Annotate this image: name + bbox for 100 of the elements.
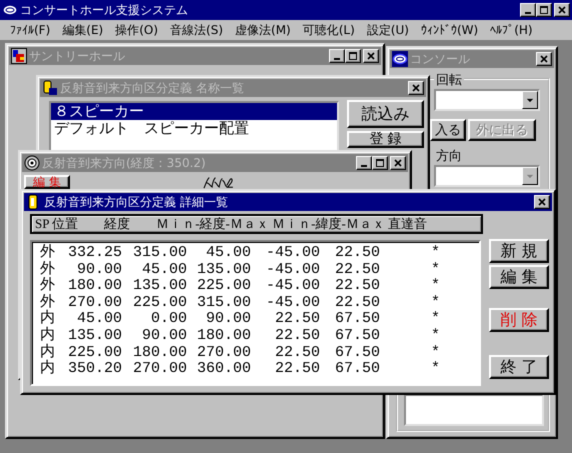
list-cell-text: 180.00 xyxy=(66,278,122,295)
list-cell-text: 67.50 xyxy=(334,361,380,378)
list-cell-text: 270.00 xyxy=(196,344,251,362)
list-item[interactable]: ８スピーカー xyxy=(51,103,337,120)
list-cell-text: 外 xyxy=(40,294,56,311)
menu-item[interactable]: 設定(U) xyxy=(362,22,417,38)
list-cell-text: 135.00 xyxy=(66,328,122,345)
list-cell-text: -45.00 xyxy=(264,278,320,295)
menu-item[interactable]: 編集(E) xyxy=(58,22,112,38)
list-cell-text: 315.00 xyxy=(196,294,251,312)
maximize-button[interactable] xyxy=(372,156,388,170)
list-cell-text: 332.25 xyxy=(66,245,122,262)
maximize-button[interactable] xyxy=(536,3,552,17)
close-button[interactable] xyxy=(390,156,406,170)
list-cell-text: 225.00 xyxy=(132,294,187,312)
minimize-icon xyxy=(361,165,367,167)
list-cell-text: 22.50 xyxy=(274,361,320,378)
action-button[interactable]: 新 規 xyxy=(489,239,549,263)
close-icon xyxy=(411,83,421,93)
list-cell-text: -45.00 xyxy=(264,245,320,262)
list-cell-text: 135.00 xyxy=(132,278,187,295)
rotation-label: 回転 xyxy=(434,71,464,89)
close-button[interactable] xyxy=(408,81,424,95)
oval-logo-icon xyxy=(392,51,408,67)
close-icon xyxy=(537,197,547,207)
list-cell-text: 22.50 xyxy=(274,311,320,328)
menu-item[interactable]: 可聴化(L) xyxy=(298,22,363,38)
minimize-button[interactable] xyxy=(356,156,372,170)
caret-icon xyxy=(526,98,534,102)
hall-icon xyxy=(11,48,27,64)
minimize-button[interactable] xyxy=(520,3,536,17)
list-cell-text: 67.50 xyxy=(334,311,380,328)
close-button[interactable] xyxy=(363,49,379,63)
close-icon xyxy=(557,5,567,15)
list-cell-text: -45.00 xyxy=(264,294,320,312)
console-button[interactable]: 入る xyxy=(430,119,466,141)
console-list-box[interactable] xyxy=(404,394,544,426)
caret-icon xyxy=(526,174,534,178)
list-cell-text: 270.00 xyxy=(66,294,122,312)
list-cell-text: 180.00 xyxy=(132,344,187,362)
menu-item[interactable]: 音線法(S) xyxy=(166,22,232,38)
maximize-button[interactable] xyxy=(345,49,361,63)
menu-item[interactable]: ﾍﾙﾌﾟ(H) xyxy=(486,23,541,37)
list-cell-text: 22.50 xyxy=(334,245,380,262)
list-cell-text: 225.00 xyxy=(66,344,122,362)
close-icon xyxy=(539,54,549,64)
close-button[interactable] xyxy=(534,195,550,209)
maximize-icon xyxy=(348,51,358,61)
list-cell-text: 0.00 xyxy=(150,311,187,328)
list-cell-text: 225.00 xyxy=(196,278,251,295)
list-cell-text: * xyxy=(430,245,440,262)
list-cell-text: 350.20 xyxy=(66,361,122,378)
menu-item[interactable]: ｳｨﾝﾄﾞｳ(W) xyxy=(416,23,486,37)
list-cell-text: 67.50 xyxy=(334,344,380,362)
list-cell-text: 内 xyxy=(40,361,56,378)
action-button[interactable]: 編 集 xyxy=(489,265,549,289)
list-cell-text: * xyxy=(430,278,440,295)
list-cell-text: 内 xyxy=(40,311,56,328)
list-cell-text: 22.50 xyxy=(334,262,380,278)
list-cell-text: 180.00 xyxy=(196,328,251,345)
list-cell-text: 22.50 xyxy=(274,344,320,362)
maximize-icon xyxy=(539,5,549,15)
list-cell-text: 外 xyxy=(40,245,56,261)
list-cell-text: 90.00 xyxy=(140,328,187,345)
list-cell-text: 22.50 xyxy=(274,328,320,345)
action-button[interactable]: 読込み xyxy=(347,100,424,128)
window-title: コンソール xyxy=(410,50,470,68)
maximize-icon xyxy=(375,158,385,168)
action-button[interactable]: 終 了 xyxy=(489,355,549,379)
list-cell-text: 67.50 xyxy=(334,328,380,345)
list-cell-text: 内 xyxy=(40,328,56,344)
list-cell-text: 外 xyxy=(40,278,56,294)
window-title: 反射音到来方向(経度：350.2) xyxy=(42,154,206,172)
list-cell-text: 315.00 xyxy=(132,245,187,262)
rotation-dropdown[interactable] xyxy=(434,89,540,111)
minimize-icon xyxy=(334,58,340,60)
close-icon xyxy=(366,51,376,61)
minimize-button[interactable] xyxy=(329,49,345,63)
action-button[interactable]: 登 録 xyxy=(347,131,424,148)
list-cell-text: 270.00 xyxy=(132,361,187,378)
app-title: コンサートホール支援システム xyxy=(20,2,188,18)
list-cell-text: 135.00 xyxy=(196,262,251,278)
list-cell-text: * xyxy=(430,294,440,311)
column-header-bar: SP 位置 経度 Ｍｉｎ-経度-Ｍａｘ Ｍｉｎ-緯度-Ｍａｘ 直達音 xyxy=(30,214,483,234)
close-button[interactable] xyxy=(536,52,552,66)
list-cell-text: 45.00 xyxy=(204,245,251,262)
menu-item[interactable]: ﾌｧｲﾙ(F) xyxy=(6,23,58,37)
list-cell-text: 外 xyxy=(40,262,56,278)
list-cell-text: * xyxy=(430,361,440,378)
list-cell-text: * xyxy=(430,344,440,361)
menu-item[interactable]: 虚像法(M) xyxy=(231,22,299,38)
list-cell-text: 90.00 xyxy=(204,311,251,328)
menu-item[interactable]: 操作(O) xyxy=(111,22,166,38)
window-title: サントリーホール xyxy=(29,48,125,64)
document-icon xyxy=(42,80,58,96)
close-button[interactable] xyxy=(554,3,570,17)
list-cell-text: 45.00 xyxy=(76,311,122,328)
minimize-icon xyxy=(525,12,531,14)
list-item[interactable]: デフォルト スピーカー配置 xyxy=(51,120,337,137)
list-cell-text: 360.00 xyxy=(196,361,251,378)
